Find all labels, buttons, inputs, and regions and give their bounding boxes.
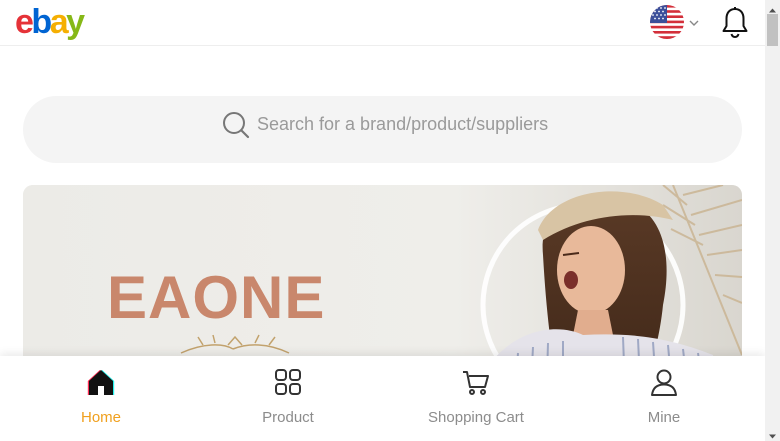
nav-item-shopping-cart[interactable]: Shopping Cart: [396, 356, 556, 441]
nav-label-product: Product: [262, 409, 314, 426]
vertical-scrollbar[interactable]: [765, 0, 780, 441]
search-bar[interactable]: [23, 96, 742, 163]
bottom-nav: Home Product Shopping Cart Mine: [0, 356, 765, 441]
ebay-logo[interactable]: ebay: [15, 2, 85, 42]
search-icon[interactable]: [221, 110, 251, 140]
logo-letter-y: y: [66, 3, 85, 41]
chevron-down-icon[interactable]: [688, 16, 700, 28]
bell-icon[interactable]: [720, 6, 750, 39]
nav-item-mine[interactable]: Mine: [584, 356, 744, 441]
scrollbar-thumb[interactable]: [767, 14, 778, 46]
scroll-up-arrow-icon[interactable]: [768, 2, 777, 13]
logo-letter-e: e: [15, 3, 34, 41]
banner-brand-text: EAONE: [107, 264, 326, 331]
cart-icon: [460, 366, 492, 398]
top-header: ebay: [0, 0, 765, 46]
nav-label-home: Home: [80, 409, 121, 426]
user-icon: [648, 366, 680, 398]
logo-letter-b: b: [31, 3, 52, 41]
grid-icon: [272, 366, 304, 398]
nav-item-home[interactable]: Home: [21, 356, 181, 441]
home-icon: [85, 366, 117, 398]
nav-label-shopping-cart: Shopping Cart: [428, 409, 524, 426]
search-input[interactable]: [257, 112, 677, 136]
logo-letter-a: a: [49, 3, 69, 41]
nav-label-mine: Mine: [647, 409, 681, 426]
nav-item-product[interactable]: Product: [208, 356, 368, 441]
page: ebay Search for a brand/product/supplier…: [0, 0, 765, 441]
us-flag-icon[interactable]: [650, 5, 684, 39]
scroll-down-arrow-icon[interactable]: [768, 428, 777, 439]
